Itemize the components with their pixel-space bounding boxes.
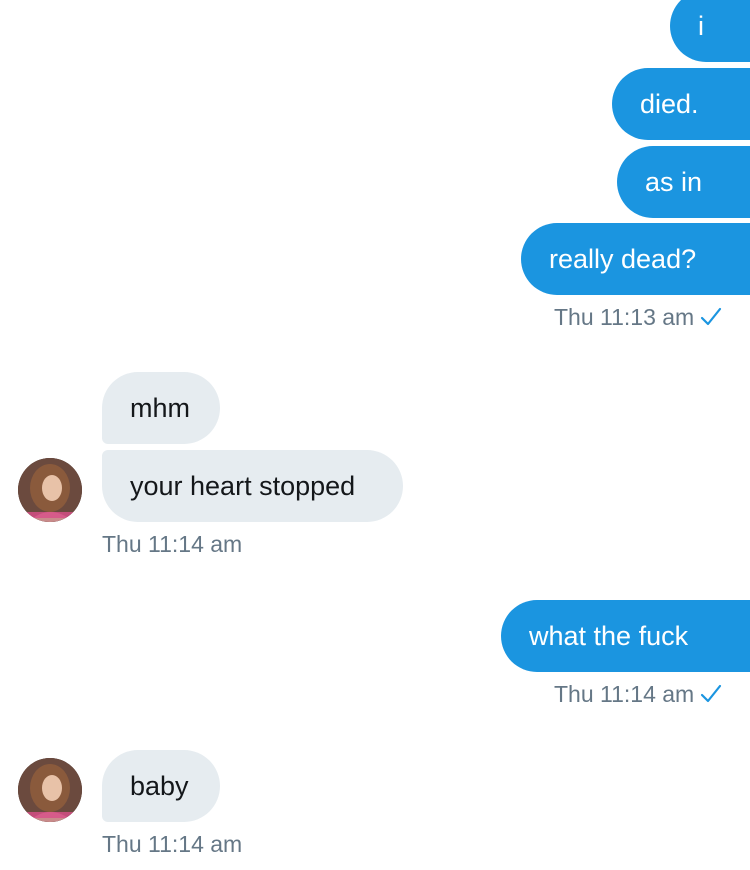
- message-text: baby: [130, 771, 189, 801]
- message-text: as in: [645, 167, 703, 197]
- incoming-message[interactable]: baby: [102, 750, 220, 822]
- timestamp-text: Thu 11:13 am: [554, 304, 695, 330]
- incoming-message[interactable]: mhm: [102, 372, 220, 444]
- avatar-image: [18, 458, 82, 522]
- outgoing-message[interactable]: what the fuck: [501, 600, 750, 672]
- conversation-thread: i died. as in really dead? Thu 11:13 am …: [0, 0, 750, 870]
- profile-avatar[interactable]: [18, 758, 82, 822]
- timestamp-text: Thu 11:14 am: [102, 831, 243, 857]
- message-timestamp: Thu 11:14 am: [102, 831, 242, 858]
- message-timestamp: Thu 11:14 am: [554, 681, 722, 708]
- outgoing-message[interactable]: died.: [612, 68, 750, 140]
- message-text: mhm: [130, 393, 190, 423]
- message-text: died.: [640, 89, 699, 119]
- message-timestamp: Thu 11:14 am: [102, 531, 242, 558]
- timestamp-text: Thu 11:14 am: [554, 681, 695, 707]
- message-timestamp: Thu 11:13 am: [554, 304, 722, 331]
- profile-avatar[interactable]: [18, 458, 82, 522]
- message-text: your heart stopped: [130, 471, 356, 501]
- message-text: really dead?: [549, 244, 697, 274]
- message-text: i: [698, 11, 704, 41]
- avatar-image: [18, 758, 82, 822]
- check-icon: [701, 684, 722, 703]
- incoming-message[interactable]: your heart stopped: [102, 450, 403, 522]
- outgoing-message[interactable]: really dead?: [521, 223, 750, 295]
- message-text: what the fuck: [529, 621, 689, 651]
- outgoing-message[interactable]: as in: [617, 146, 750, 218]
- outgoing-message[interactable]: i: [670, 0, 750, 62]
- check-icon: [701, 307, 722, 326]
- timestamp-text: Thu 11:14 am: [102, 531, 243, 557]
